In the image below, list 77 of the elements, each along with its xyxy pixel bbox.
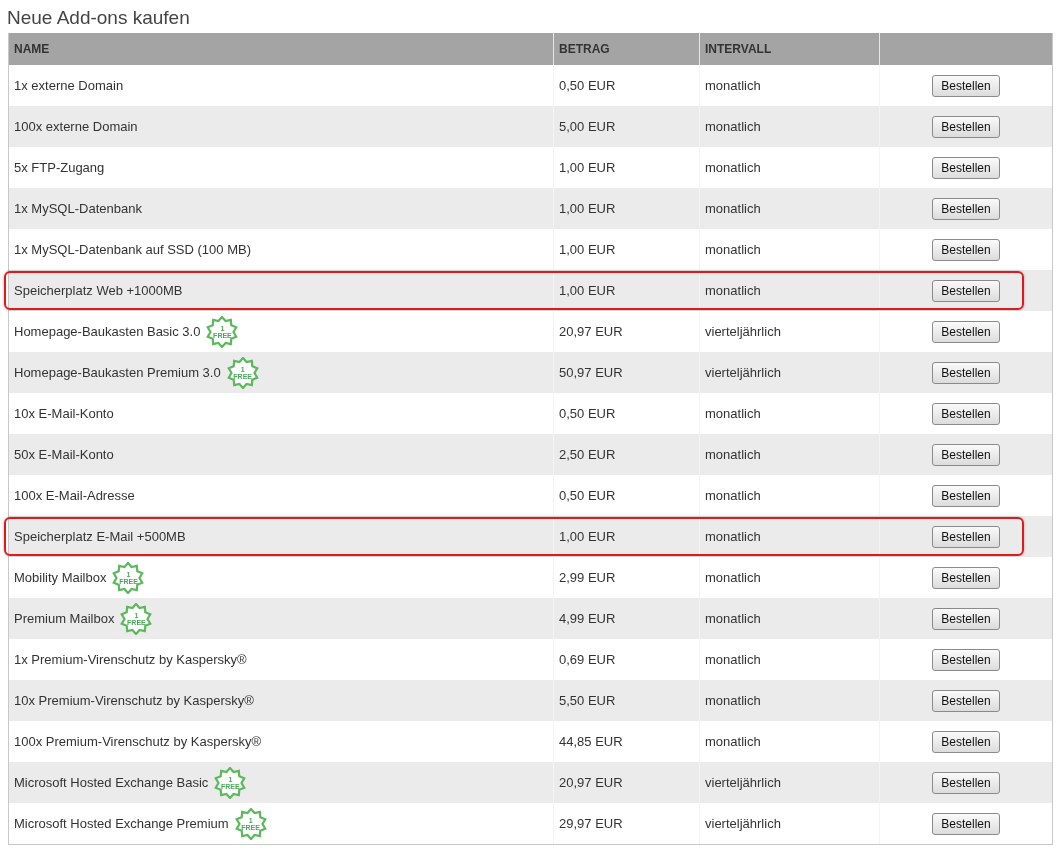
order-button[interactable]: Bestellen <box>932 197 1000 220</box>
order-button[interactable]: Bestellen <box>932 402 1000 425</box>
interval: monatlich <box>705 119 761 134</box>
order-button[interactable]: Bestellen <box>932 156 1000 179</box>
price: 2,99 EUR <box>559 570 616 585</box>
price: 1,00 EUR <box>559 242 616 257</box>
interval: monatlich <box>705 693 761 708</box>
interval: monatlich <box>705 242 761 257</box>
interval: monatlich <box>705 160 761 175</box>
interval: monatlich <box>705 734 761 749</box>
price: 50,97 EUR <box>559 365 623 380</box>
addon-name: 100x E-Mail-Adresse <box>14 488 135 503</box>
order-button[interactable]: Bestellen <box>932 730 1000 753</box>
order-button[interactable]: Bestellen <box>932 607 1000 630</box>
price: 20,97 EUR <box>559 775 623 790</box>
interval: monatlich <box>705 283 761 298</box>
addon-name: Homepage-Baukasten Basic 3.0 <box>14 324 201 339</box>
addon-name: 100x Premium-Virenschutz by Kaspersky® <box>14 734 262 749</box>
price: 2,50 EUR <box>559 447 616 462</box>
interval: monatlich <box>705 78 761 93</box>
order-button[interactable]: Bestellen <box>932 443 1000 466</box>
addon-name: 10x E-Mail-Konto <box>14 406 114 421</box>
interval: monatlich <box>705 652 761 667</box>
addon-name: Speicherplatz E-Mail +500MB <box>14 529 186 544</box>
addon-name: Premium Mailbox <box>14 611 115 626</box>
addon-name: Homepage-Baukasten Premium 3.0 <box>14 365 221 380</box>
addon-name: Speicherplatz Web +1000MB <box>14 283 183 298</box>
interval: monatlich <box>705 406 761 421</box>
interval: monatlich <box>705 570 761 585</box>
price: 20,97 EUR <box>559 324 623 339</box>
price: 5,50 EUR <box>559 693 616 708</box>
order-button[interactable]: Bestellen <box>932 812 1000 835</box>
order-button[interactable]: Bestellen <box>932 648 1000 671</box>
order-button[interactable]: Bestellen <box>932 320 1000 343</box>
interval: monatlich <box>705 529 761 544</box>
interval: monatlich <box>705 488 761 503</box>
order-button[interactable]: Bestellen <box>932 74 1000 97</box>
page-title: Neue Add-ons kaufen <box>6 6 191 30</box>
price: 0,50 EUR <box>559 78 616 93</box>
order-button[interactable]: Bestellen <box>932 689 1000 712</box>
price: 1,00 EUR <box>559 283 616 298</box>
order-button[interactable]: Bestellen <box>932 115 1000 138</box>
price: 0,69 EUR <box>559 652 616 667</box>
interval: monatlich <box>705 447 761 462</box>
order-button[interactable]: Bestellen <box>932 771 1000 794</box>
price: 44,85 EUR <box>559 734 623 749</box>
price: 0,50 EUR <box>559 406 616 421</box>
price: 1,00 EUR <box>559 201 616 216</box>
price: 1,00 EUR <box>559 529 616 544</box>
interval: monatlich <box>705 611 761 626</box>
addon-name: 1x MySQL-Datenbank auf SSD (100 MB) <box>14 242 251 257</box>
order-button[interactable]: Bestellen <box>932 279 1000 302</box>
order-button[interactable]: Bestellen <box>932 525 1000 548</box>
order-button[interactable]: Bestellen <box>932 238 1000 261</box>
order-button[interactable]: Bestellen <box>932 361 1000 384</box>
addon-name: 1x Premium-Virenschutz by Kaspersky® <box>14 652 247 667</box>
order-button[interactable]: Bestellen <box>932 566 1000 589</box>
addon-name: 1x MySQL-Datenbank <box>14 201 142 216</box>
addon-name: 50x E-Mail-Konto <box>14 447 114 462</box>
interval: vierteljährlich <box>705 365 781 380</box>
interval: vierteljährlich <box>705 324 781 339</box>
interval: monatlich <box>705 201 761 216</box>
addon-name: 1x externe Domain <box>14 78 124 93</box>
price: 4,99 EUR <box>559 611 616 626</box>
price: 29,97 EUR <box>559 816 623 831</box>
interval: vierteljährlich <box>705 775 781 790</box>
price: 5,00 EUR <box>559 119 616 134</box>
addon-name: 100x externe Domain <box>14 119 138 134</box>
price: 1,00 EUR <box>559 160 616 175</box>
price: 0,50 EUR <box>559 488 616 503</box>
addon-name: 5x FTP-Zugang <box>14 160 105 175</box>
interval: vierteljährlich <box>705 816 781 831</box>
addon-name: Microsoft Hosted Exchange Basic <box>14 775 209 790</box>
order-button[interactable]: Bestellen <box>932 484 1000 507</box>
addon-name: Microsoft Hosted Exchange Premium <box>14 816 229 831</box>
addon-name: Mobility Mailbox <box>14 570 107 585</box>
addon-name: 10x Premium-Virenschutz by Kaspersky® <box>14 693 254 708</box>
